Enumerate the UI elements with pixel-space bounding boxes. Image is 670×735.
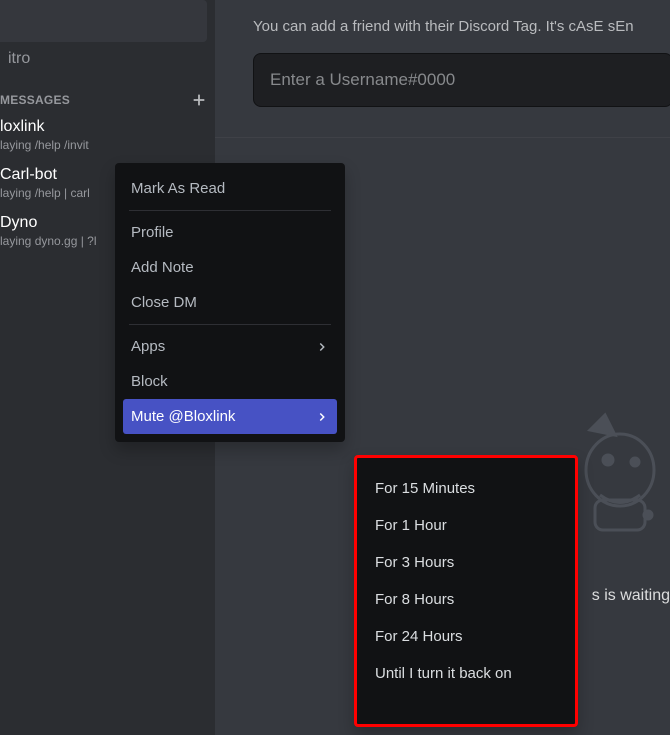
menu-add-note[interactable]: Add Note — [123, 250, 337, 285]
dm-header-label: MESSAGES — [0, 93, 70, 107]
mute-24-hours[interactable]: For 24 Hours — [365, 618, 567, 655]
menu-block[interactable]: Block — [123, 364, 337, 399]
username-input[interactable]: Enter a Username#0000 — [253, 53, 670, 107]
dm-section-header: MESSAGES — [0, 76, 215, 114]
dm-name: loxlink — [0, 118, 215, 136]
mute-1-hour[interactable]: For 1 Hour — [365, 507, 567, 544]
chevron-right-icon — [315, 410, 329, 424]
mute-3-hours[interactable]: For 3 Hours — [365, 544, 567, 581]
divider — [215, 137, 670, 138]
mute-15-minutes[interactable]: For 15 Minutes — [365, 470, 567, 507]
menu-mute-label: Mute @Bloxlink — [131, 408, 235, 425]
dm-context-menu: Mark As Read Profile Add Note Close DM A… — [115, 163, 345, 442]
mute-until-off[interactable]: Until I turn it back on — [365, 655, 567, 692]
wumpus-illustration — [580, 400, 670, 540]
menu-separator — [129, 210, 331, 211]
menu-apps-label: Apps — [131, 338, 165, 355]
nitro-nav-item[interactable]: itro — [0, 42, 215, 76]
dm-status: laying /help /invit — [0, 138, 215, 152]
mute-8-hours[interactable]: For 8 Hours — [365, 581, 567, 618]
dm-item-bloxlink[interactable]: loxlink laying /help /invit — [0, 114, 215, 162]
add-friend-help-text: You can add a friend with their Discord … — [215, 0, 670, 35]
input-placeholder: Enter a Username#0000 — [270, 70, 455, 90]
menu-profile[interactable]: Profile — [123, 215, 337, 250]
selected-channel-highlight[interactable] — [0, 0, 207, 42]
waiting-text: s is waiting — [592, 587, 670, 605]
menu-apps[interactable]: Apps — [123, 329, 337, 364]
mute-duration-submenu: For 15 Minutes For 1 Hour For 3 Hours Fo… — [354, 455, 578, 727]
create-dm-icon[interactable] — [191, 92, 207, 108]
menu-separator — [129, 324, 331, 325]
menu-mark-as-read[interactable]: Mark As Read — [123, 171, 337, 206]
chevron-right-icon — [315, 340, 329, 354]
menu-mute[interactable]: Mute @Bloxlink — [123, 399, 337, 434]
menu-close-dm[interactable]: Close DM — [123, 285, 337, 320]
